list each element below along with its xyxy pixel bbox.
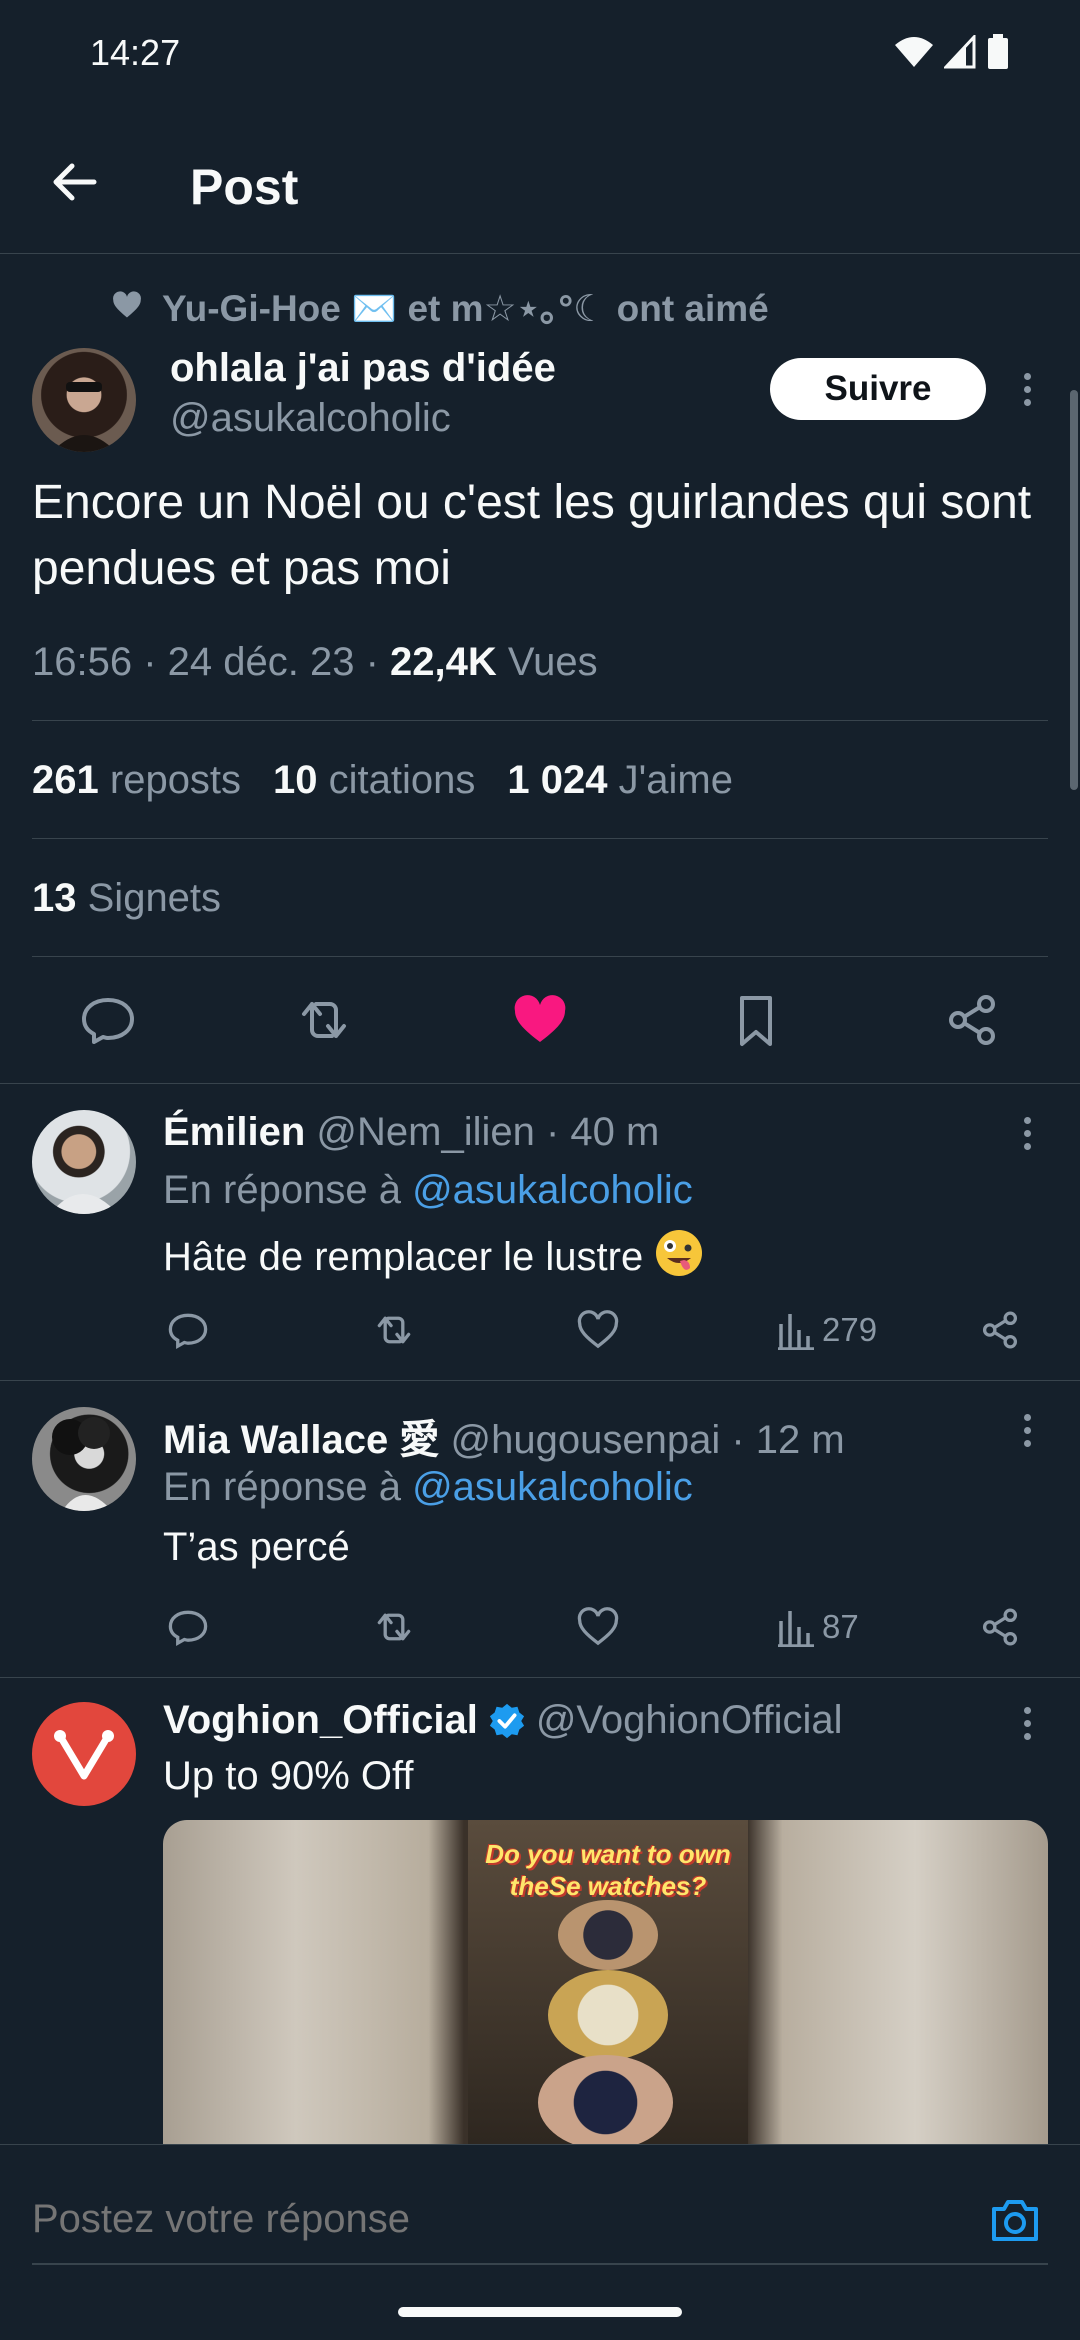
views-count: 279 bbox=[822, 1311, 878, 1348]
post-text: Encore un Noël ou c'est les guirlandes q… bbox=[32, 476, 1032, 595]
more-options-icon[interactable] bbox=[1012, 1698, 1042, 1748]
like-button[interactable] bbox=[576, 1603, 620, 1651]
advertiser-handle[interactable]: @VoghionOfficial bbox=[536, 1698, 843, 1743]
post-timestamp: 16:56 · 24 déc. 23 · bbox=[32, 640, 391, 684]
share-icon bbox=[982, 1311, 1018, 1349]
top-app-bar: Post bbox=[0, 110, 1080, 254]
share-button[interactable] bbox=[978, 1603, 1022, 1651]
back-arrow-icon[interactable] bbox=[48, 156, 100, 208]
reply-action-bar: 279 bbox=[0, 1306, 1080, 1356]
ad-image-caption: Do you want to own theSe watches? bbox=[485, 1839, 731, 1901]
reply-input[interactable] bbox=[32, 2189, 932, 2249]
reply-header: Émilien @Nem_ilien · 40 m bbox=[163, 1110, 659, 1155]
battery-icon bbox=[988, 34, 1008, 69]
status-time: 14:27 bbox=[90, 32, 181, 73]
views-count: 22,4K bbox=[390, 640, 497, 684]
views-button[interactable]: 279 bbox=[778, 1306, 877, 1354]
input-underline bbox=[32, 2263, 1048, 2265]
quotes-stat[interactable]: 10 citations bbox=[273, 758, 475, 803]
mention-link[interactable]: @asukalcoholic bbox=[412, 1465, 693, 1509]
reply-avatar[interactable] bbox=[32, 1407, 136, 1511]
reply-header: Mia Wallace 愛 @hugousenpai · 12 m bbox=[163, 1407, 845, 1465]
views-label: Vues bbox=[496, 640, 598, 684]
author-handle[interactable]: @asukalcoholic bbox=[170, 396, 451, 441]
reply-author-name[interactable]: Mia Wallace 愛 bbox=[163, 1418, 439, 1462]
post-meta: 16:56 · 24 déc. 23 · 22,4K Vues bbox=[32, 640, 598, 685]
bookmark-icon[interactable] bbox=[726, 990, 786, 1050]
divider bbox=[32, 956, 1048, 957]
ad-media[interactable]: Do you want to own theSe watches? bbox=[163, 1820, 1048, 2150]
reply-icon bbox=[168, 1610, 208, 1646]
reply-icon[interactable] bbox=[78, 990, 138, 1050]
divider bbox=[32, 838, 1048, 839]
more-options-icon[interactable] bbox=[1012, 364, 1042, 414]
reply-item[interactable]: Émilien @Nem_ilien · 40 m En réponse à @… bbox=[0, 1084, 1080, 1380]
post-stats: 261 reposts 10 citations 1 024 J'aime bbox=[32, 758, 733, 803]
repost-button[interactable] bbox=[370, 1603, 418, 1651]
views-button[interactable]: 87 bbox=[778, 1603, 859, 1651]
ad-header: Voghion_Official @VoghionOfficial bbox=[163, 1698, 843, 1743]
author-avatar[interactable] bbox=[32, 348, 136, 452]
scrollbar[interactable] bbox=[1070, 390, 1078, 790]
heart-small-icon bbox=[113, 291, 141, 318]
in-reply-to: En réponse à @asukalcoholic bbox=[163, 1168, 693, 1212]
reply-button[interactable] bbox=[166, 1306, 210, 1354]
reply-icon bbox=[168, 1313, 208, 1349]
heart-outline-icon bbox=[577, 1607, 619, 1646]
share-button[interactable] bbox=[978, 1306, 1022, 1354]
share-icon bbox=[982, 1608, 1018, 1646]
like-filled-icon[interactable] bbox=[510, 990, 570, 1050]
share-icon[interactable] bbox=[942, 990, 1002, 1050]
reply-text: Hâte de remplacer le lustre bbox=[163, 1235, 644, 1279]
page-title: Post bbox=[190, 159, 299, 215]
reply-avatar[interactable] bbox=[32, 1110, 136, 1214]
repost-icon[interactable] bbox=[294, 990, 354, 1050]
status-bar: 14:27 bbox=[0, 0, 1080, 110]
status-icons bbox=[894, 34, 1010, 70]
views-count: 87 bbox=[822, 1608, 859, 1645]
reposts-stat[interactable]: 261 reposts bbox=[32, 758, 241, 803]
reply-button[interactable] bbox=[166, 1603, 210, 1651]
repost-icon bbox=[377, 1316, 411, 1344]
cell-signal-icon bbox=[944, 35, 976, 69]
reply-author-handle[interactable]: @Nem_ilien bbox=[316, 1110, 534, 1154]
zany-face-emoji-icon bbox=[656, 1230, 703, 1276]
advertiser-avatar[interactable] bbox=[32, 1702, 136, 1806]
in-reply-to: En réponse à @asukalcoholic bbox=[163, 1465, 693, 1509]
reply-composer bbox=[0, 2144, 1080, 2340]
advertiser-name[interactable]: Voghion_Official bbox=[163, 1698, 478, 1743]
reply-time: · 12 m bbox=[720, 1418, 845, 1462]
social-context[interactable]: Yu-Gi-Hoe ✉️ et m☆⋆｡°☾ ont aimé bbox=[112, 278, 769, 332]
liked-by-text: Yu-Gi-Hoe ✉️ et m☆⋆｡°☾ ont aimé bbox=[162, 288, 769, 329]
heart-outline-icon bbox=[577, 1310, 619, 1349]
reply-action-bar: 87 bbox=[0, 1603, 1080, 1653]
author-name[interactable]: ohlala j'ai pas d'idée bbox=[170, 346, 556, 391]
gesture-nav-bar[interactable] bbox=[398, 2307, 682, 2317]
reply-text-row: Hâte de remplacer le lustre bbox=[163, 1228, 704, 1280]
more-options-icon[interactable] bbox=[1012, 1108, 1042, 1158]
repost-button[interactable] bbox=[370, 1306, 418, 1354]
follow-button[interactable]: Suivre bbox=[770, 358, 986, 420]
repost-icon bbox=[377, 1613, 411, 1641]
wifi-icon bbox=[895, 37, 933, 67]
like-button[interactable] bbox=[576, 1306, 620, 1354]
reply-item[interactable]: Mia Wallace 愛 @hugousenpai · 12 m En rép… bbox=[0, 1381, 1080, 1677]
bookmarks-stat[interactable]: 13 Signets bbox=[32, 876, 221, 921]
analytics-icon bbox=[778, 1314, 814, 1350]
more-options-icon[interactable] bbox=[1012, 1405, 1042, 1455]
post-action-bar bbox=[0, 990, 1080, 1052]
camera-icon[interactable] bbox=[988, 2193, 1042, 2247]
verified-badge-icon bbox=[489, 1703, 524, 1738]
analytics-icon bbox=[778, 1611, 814, 1647]
reply-author-handle[interactable]: @hugousenpai bbox=[451, 1418, 721, 1462]
reply-text: T’as percé bbox=[163, 1525, 350, 1569]
reply-time: · 40 m bbox=[534, 1110, 660, 1154]
likes-stat[interactable]: 1 024 J'aime bbox=[507, 758, 733, 803]
divider bbox=[32, 720, 1048, 721]
reply-author-name[interactable]: Émilien bbox=[163, 1110, 305, 1154]
ad-text: Up to 90% Off bbox=[163, 1754, 414, 1798]
mention-link[interactable]: @asukalcoholic bbox=[412, 1168, 693, 1212]
